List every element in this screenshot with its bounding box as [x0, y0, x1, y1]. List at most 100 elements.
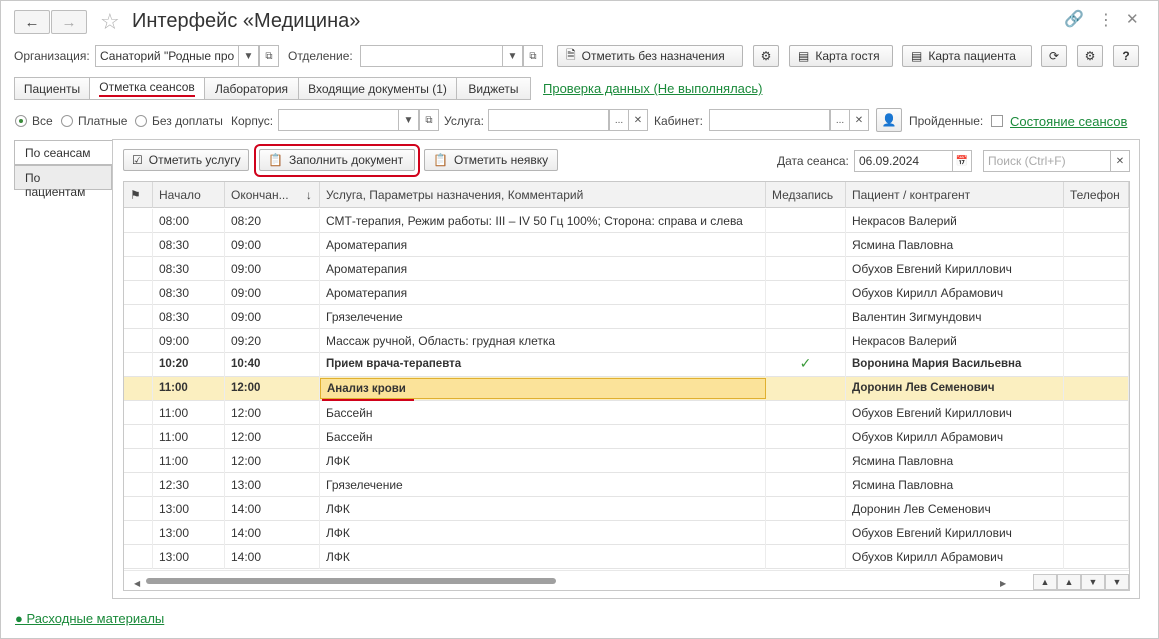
- calendar-button[interactable]: 📅: [953, 150, 972, 172]
- table-row[interactable]: 09:00 09:20 Массаж ручной, Область: грудна…: [124, 329, 1129, 353]
- link-icon[interactable]: 🔗: [1064, 9, 1084, 29]
- more-menu-icon[interactable]: ⋮: [1098, 10, 1114, 30]
- table-row[interactable]: 11:00 12:00 Бассейн Обухов Евгений Кириллов…: [124, 401, 1129, 425]
- corpus-field[interactable]: [278, 109, 399, 131]
- cell-end: 12:00: [225, 401, 320, 425]
- sessions-table: ⚑ Начало Окончан... ↓ Услуга, Параметры …: [123, 181, 1130, 591]
- service-select-button[interactable]: ...: [609, 109, 629, 131]
- tab-patients[interactable]: Пациенты: [14, 77, 90, 100]
- session-state-link[interactable]: Состояние сеансов: [1010, 114, 1127, 129]
- radio-all[interactable]: [15, 115, 27, 127]
- radio-no-surcharge[interactable]: [135, 115, 147, 127]
- scroll-left-icon[interactable]: ◀: [134, 579, 140, 588]
- flag-icon[interactable]: ⚑: [124, 182, 153, 208]
- table-row[interactable]: 13:00 14:00 ЛФК Доронин Лев Семенович: [124, 497, 1129, 521]
- radio-paid[interactable]: [61, 115, 73, 127]
- col-phone[interactable]: Телефон: [1064, 182, 1129, 208]
- session-date-field[interactable]: 06.09.2024: [854, 150, 953, 172]
- corpus-dropdown-button[interactable]: ▼: [399, 109, 419, 131]
- clear-icon: ✕: [854, 114, 864, 126]
- search-clear-button[interactable]: ✕: [1111, 150, 1130, 172]
- cell-patient: Некрасов Валерий: [846, 209, 1064, 233]
- cell-record-check: [766, 449, 846, 473]
- ellipsis-icon: ...: [614, 114, 624, 126]
- down-icon: ▼: [1088, 577, 1098, 587]
- row-marker: [124, 521, 153, 545]
- table-row[interactable]: 08:30 09:00 Ароматерапия Обухов Евгений Кир…: [124, 257, 1129, 281]
- table-row[interactable]: 08:00 08:20 СМТ-терапия, Режим работы: III…: [124, 209, 1129, 233]
- table-row[interactable]: 12:30 13:00 Грязелечение Ясмина Павловна: [124, 473, 1129, 497]
- help-button[interactable]: ?: [1113, 45, 1139, 67]
- favorite-star-icon[interactable]: ☆: [100, 9, 120, 35]
- table-row[interactable]: 13:00 14:00 ЛФК Обухов Евгений Кириллович: [124, 521, 1129, 545]
- cell-service: Ароматерапия: [320, 233, 766, 257]
- dept-open-button[interactable]: ⧉: [523, 45, 543, 67]
- mark-noshow-button[interactable]: 📋 Отметить неявку: [424, 149, 558, 171]
- tab-incoming-documents[interactable]: Входящие документы (1): [298, 77, 457, 100]
- horizontal-scrollbar[interactable]: ◀ ▶ ▲ ▲ ▼ ▼: [124, 570, 1129, 590]
- consumables-link[interactable]: ● Расходные материалы: [15, 611, 164, 626]
- side-tab-by-sessions[interactable]: По сеансам: [14, 140, 113, 165]
- close-icon[interactable]: ✕: [1126, 10, 1139, 28]
- dept-dropdown-button[interactable]: ▼: [503, 45, 523, 67]
- table-row[interactable]: 11:00 12:00 Анализ крови Доронин Лев Семено…: [124, 377, 1129, 401]
- cabinet-field[interactable]: [709, 109, 830, 131]
- cell-start: 08:30: [153, 233, 225, 257]
- dept-field[interactable]: [360, 45, 503, 67]
- org-dropdown-button[interactable]: ▼: [239, 45, 259, 67]
- settings-clock-button[interactable]: ⚙: [753, 45, 779, 67]
- cell-phone: [1064, 425, 1129, 449]
- card-icon: ▤: [798, 49, 810, 63]
- mark-service-button[interactable]: ☑ Отметить услугу: [123, 149, 249, 171]
- gear-icon: ⚙: [1084, 49, 1096, 63]
- table-row[interactable]: 11:00 12:00 Бассейн Обухов Кирилл Абрамович: [124, 425, 1129, 449]
- cabinet-select-button[interactable]: ...: [830, 109, 850, 131]
- scroll-down-button[interactable]: ▼: [1081, 574, 1105, 590]
- passed-checkbox[interactable]: [991, 115, 1003, 127]
- org-open-button[interactable]: ⧉: [259, 45, 279, 67]
- row-marker: [124, 545, 153, 569]
- cell-record-check: [766, 545, 846, 569]
- service-field[interactable]: [488, 109, 609, 131]
- settings-button[interactable]: ⚙: [1077, 45, 1103, 67]
- check-data-link[interactable]: Проверка данных (Не выполнялась): [543, 81, 762, 96]
- scroll-top-button[interactable]: ▲: [1033, 574, 1057, 590]
- person-filter-button[interactable]: 👤: [876, 108, 902, 132]
- search-input[interactable]: Поиск (Ctrl+F): [983, 150, 1111, 172]
- table-row[interactable]: 08:30 09:00 Ароматерапия Ясмина Павловна: [124, 233, 1129, 257]
- cell-service[interactable]: Анализ крови: [320, 378, 766, 399]
- cell-start: 11:00: [153, 449, 225, 473]
- cell-patient: Валентин Зигмундович: [846, 305, 1064, 329]
- side-tab-by-patients[interactable]: По пациентам: [14, 165, 112, 199]
- tab-laboratory[interactable]: Лаборатория: [204, 77, 299, 100]
- col-service[interactable]: Услуга, Параметры назначения, Комментари…: [320, 182, 766, 208]
- mark-without-appointment-button[interactable]: 🗎 Отметить без назначения: [557, 45, 743, 67]
- scroll-right-icon[interactable]: ▶: [1000, 579, 1006, 588]
- patient-card-button[interactable]: ▤ Карта пациента: [902, 45, 1032, 67]
- service-clear-button[interactable]: ✕: [629, 109, 648, 131]
- tab-widgets[interactable]: Виджеты: [456, 77, 531, 100]
- table-row[interactable]: 11:00 12:00 ЛФК Ясмина Павловна: [124, 449, 1129, 473]
- table-row[interactable]: 08:30 09:00 Ароматерапия Обухов Кирилл Абра…: [124, 281, 1129, 305]
- table-row[interactable]: 08:30 09:00 Грязелечение Валентин Зигмундов…: [124, 305, 1129, 329]
- table-row[interactable]: 13:00 14:00 ЛФК Обухов Кирилл Абрамович: [124, 545, 1129, 569]
- org-field[interactable]: Санаторий "Родные про: [95, 45, 239, 67]
- cell-end: 09:00: [225, 257, 320, 281]
- col-start[interactable]: Начало: [153, 182, 225, 208]
- cell-start: 11:00: [153, 401, 225, 425]
- forward-button[interactable]: →: [51, 10, 87, 34]
- scroll-up-button[interactable]: ▲: [1057, 574, 1081, 590]
- cabinet-clear-button[interactable]: ✕: [850, 109, 869, 131]
- scrollbar-thumb[interactable]: [146, 578, 556, 584]
- tab-session-marking[interactable]: Отметка сеансов: [89, 77, 205, 100]
- highlight-frame: [254, 144, 420, 177]
- col-patient[interactable]: Пациент / контрагент: [846, 182, 1064, 208]
- scroll-bottom-button[interactable]: ▼: [1105, 574, 1129, 590]
- table-row[interactable]: 10:20 10:40 Прием врача-терапевта ✓ Воронина…: [124, 353, 1129, 377]
- guest-card-button[interactable]: ▤ Карта гостя: [789, 45, 893, 67]
- corpus-open-button[interactable]: ⧉: [419, 109, 439, 131]
- refresh-button[interactable]: ⟳: [1041, 45, 1067, 67]
- col-record[interactable]: Медзапись: [766, 182, 846, 208]
- col-end[interactable]: Окончан... ↓: [225, 182, 320, 208]
- back-button[interactable]: ←: [14, 10, 50, 34]
